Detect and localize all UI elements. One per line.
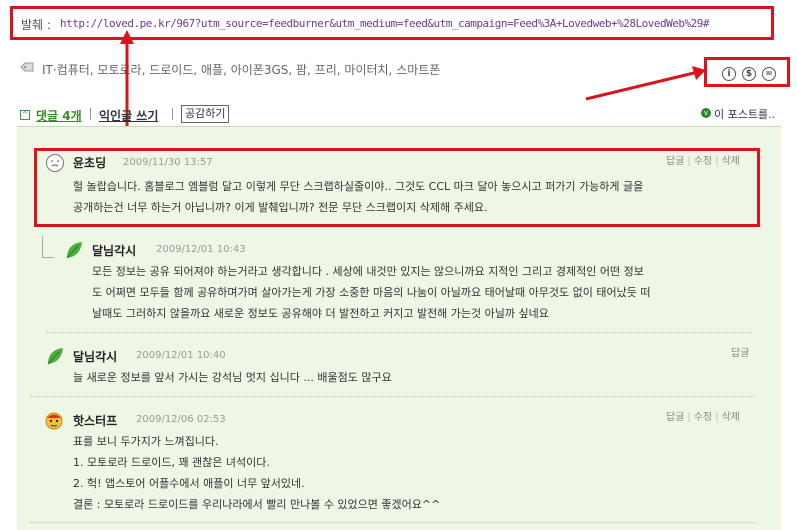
comment-divider bbox=[30, 522, 756, 523]
reply-link[interactable]: 답글 bbox=[731, 348, 749, 359]
comment-author[interactable]: 핫스터프 bbox=[73, 412, 117, 429]
delete-link[interactable]: 삭제 bbox=[722, 156, 740, 167]
comment-date: 2009/11/30 13:57 bbox=[123, 157, 213, 168]
tag-icon bbox=[20, 62, 34, 72]
comment-line: 1. 모토로라 드로이드, 꽤 괜찮은 녀석이다. bbox=[73, 456, 270, 469]
comment-actions: 답글 bbox=[731, 344, 749, 359]
avatar-face-icon bbox=[46, 154, 64, 172]
comment-actions: 답글 | 수정 | 삭제 bbox=[666, 156, 740, 167]
tag-list[interactable]: IT·컴퓨터, 모토로라, 드로이드, 애플, 아이폰3GS, 팜, 프리, 마… bbox=[42, 61, 440, 78]
nc-icon[interactable]: $ bbox=[742, 67, 756, 81]
comment-line: 모든 정보는 공유 되어져야 하는거라고 생각합니다 . 세상에 내것만 있지는… bbox=[92, 265, 644, 278]
empathy-button[interactable]: 공감하기 bbox=[181, 105, 230, 123]
comment-divider bbox=[46, 332, 752, 333]
reply-indent-line bbox=[42, 236, 54, 258]
reply-link[interactable]: 답글 bbox=[666, 412, 684, 423]
by-icon[interactable]: i bbox=[722, 67, 736, 81]
comment-author[interactable]: 윤초딩 bbox=[73, 154, 106, 171]
avatar-emoticon-icon bbox=[45, 412, 63, 430]
separator bbox=[172, 108, 173, 120]
comment-body: 헐 놀랍습니다. 홈블로그 엠블럼 달고 이렇게 무단 스크랩하실줄이야.. 그… bbox=[73, 176, 643, 218]
source-url-link[interactable]: http://loved.pe.kr/967?utm_source=feedbu… bbox=[60, 17, 710, 30]
avatar-leaf-icon bbox=[47, 348, 63, 365]
delete-link[interactable]: 삭제 bbox=[722, 412, 740, 423]
reply-link[interactable]: 답글 bbox=[666, 156, 684, 167]
comment-body: 모든 정보는 공유 되어져야 하는거라고 생각합니다 . 세상에 내것만 있지는… bbox=[92, 261, 650, 324]
comment-body: 늘 새로운 정보를 앞서 가시는 강석님 멋지 십니다 ... 배울점도 많구요 bbox=[73, 367, 392, 388]
comment-line: 헐 놀랍습니다. 홈블로그 엠블럼 달고 이렇게 무단 스크랩하실줄이야.. 그… bbox=[73, 180, 644, 193]
comment-date: 2009/12/06 02:53 bbox=[136, 414, 226, 425]
comment-divider bbox=[30, 396, 756, 397]
comment-date: 2009/12/01 10:40 bbox=[136, 350, 226, 361]
collapse-toggle-icon[interactable]: ^ bbox=[20, 110, 30, 120]
this-post-link[interactable]: 이 포스트를.. bbox=[714, 106, 775, 122]
comment-line: 표를 보니 두가지가 느껴집니다. bbox=[73, 435, 219, 448]
comment-body: 표를 보니 두가지가 느껴집니다. 1. 모토로라 드로이드, 꽤 괜찮은 녀석… bbox=[73, 431, 440, 515]
annotation-arrow-right bbox=[585, 66, 706, 101]
edit-link[interactable]: 수정 bbox=[694, 412, 712, 423]
comment-actions: 답글 | 수정 | 삭제 bbox=[666, 412, 740, 423]
nd-icon[interactable]: = bbox=[762, 67, 776, 81]
separator bbox=[90, 108, 91, 120]
anonymous-post-link[interactable]: 익인글 쓰기 bbox=[99, 107, 158, 124]
arrow-down-icon: v bbox=[701, 108, 711, 118]
comment-author[interactable]: 달님각시 bbox=[92, 242, 136, 259]
avatar-leaf-icon bbox=[66, 242, 82, 259]
comment-line: 도 어쩌면 모두들 함께 공유하며가며 살아가는게 가장 소중한 마음의 나눔이… bbox=[92, 286, 651, 299]
comment-date: 2009/12/01 10:43 bbox=[156, 244, 246, 255]
comment-line: 공개하는건 너무 하는거 아닙니까? 이게 발췌입니까? 전문 무단 스크랩이지… bbox=[73, 201, 488, 214]
comment-line: 2. 헉! 앱스토어 어플수에서 애플이 너무 앞서있네. bbox=[73, 477, 305, 490]
source-label: 발췌 : bbox=[21, 18, 51, 32]
comment-line: 늘 새로운 정보를 앞서 가시는 강석님 멋지 십니다 ... 배울점도 많구요 bbox=[73, 371, 392, 384]
comment-count-link[interactable]: 댓글 4개 bbox=[36, 107, 82, 124]
comment-author[interactable]: 달님각시 bbox=[73, 348, 117, 365]
edit-link[interactable]: 수정 bbox=[694, 156, 712, 167]
comment-line: 날때도 그러하지 않을까요 새로운 정보도 공유해야 더 발전하고 커지고 발전… bbox=[92, 307, 549, 320]
comment-line: 결론 : 모토로라 드로이드를 우리나라에서 빨리 만나볼 수 있었으면 좋겠어… bbox=[73, 498, 441, 511]
